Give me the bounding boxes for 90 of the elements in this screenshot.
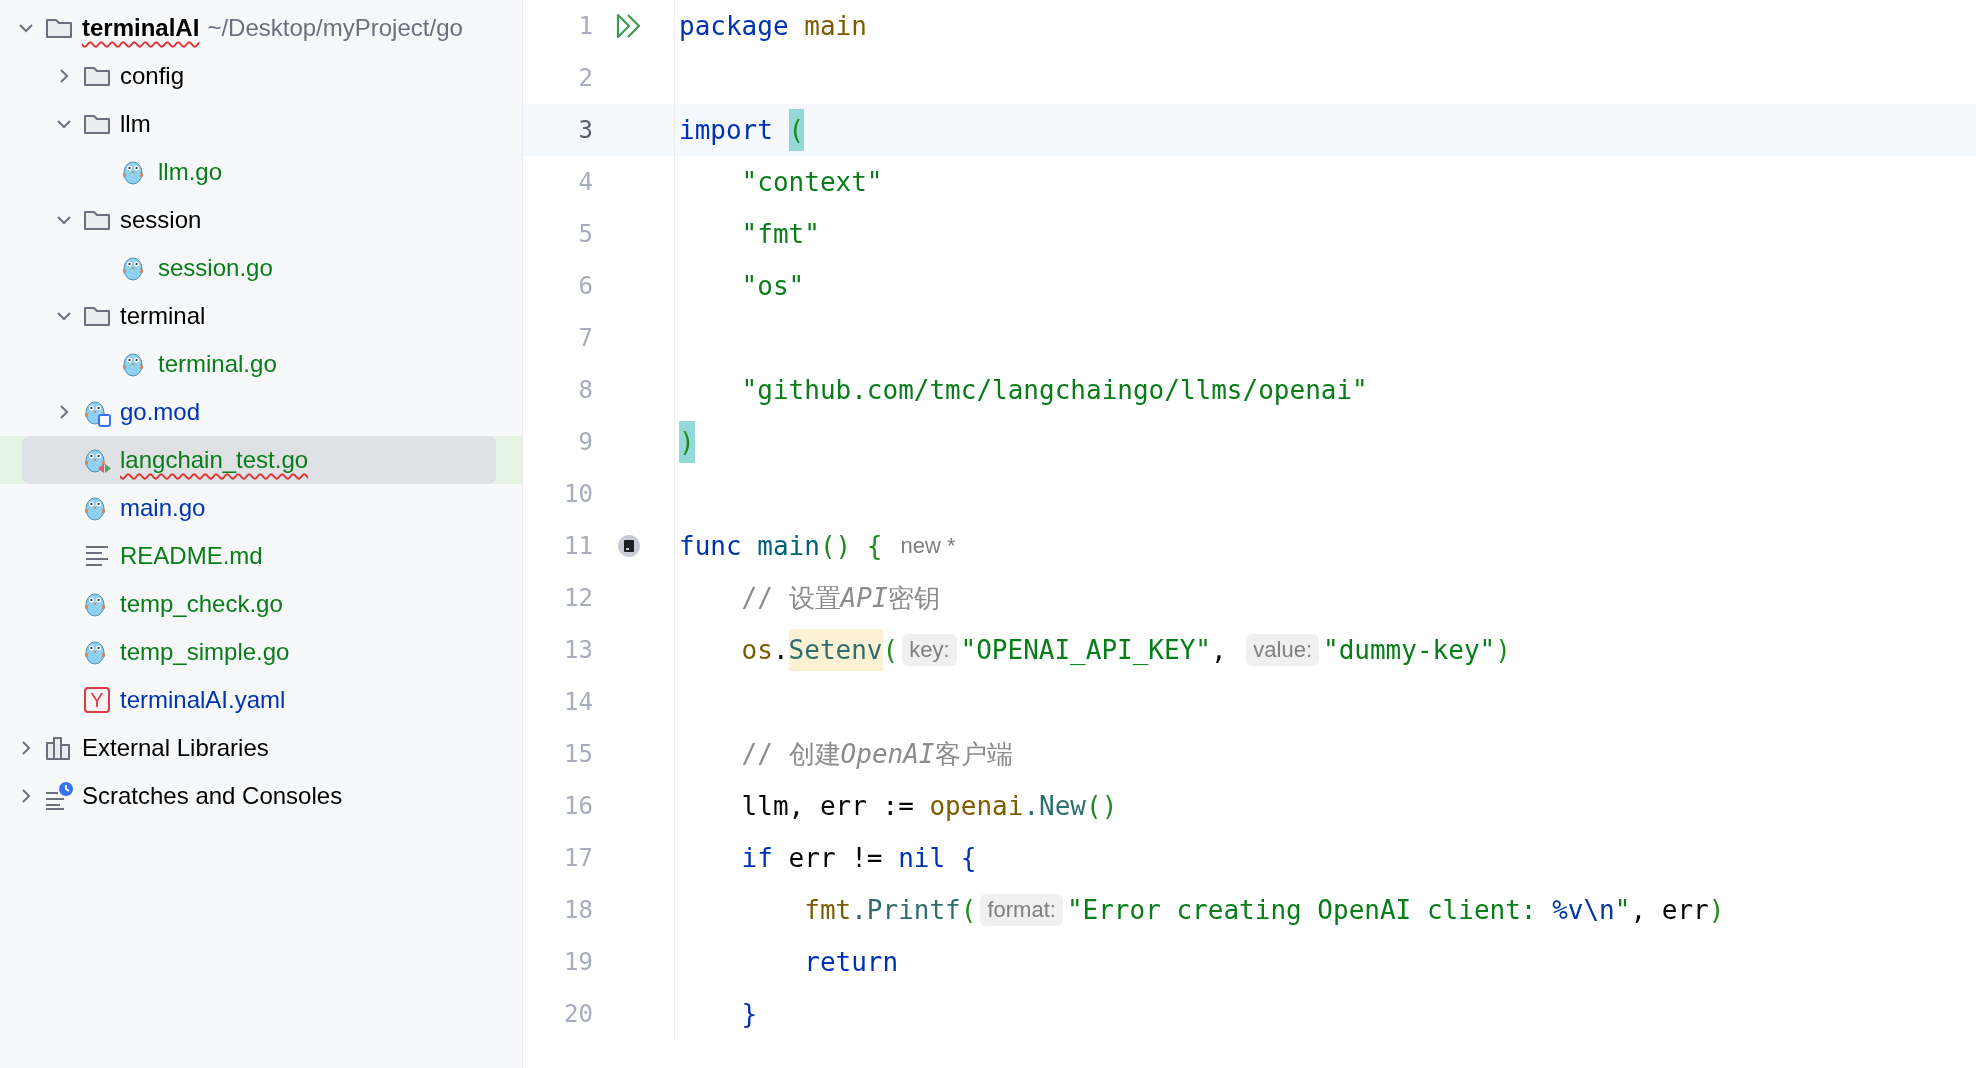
tree-item-label[interactable]: llm <box>120 110 151 138</box>
code-comment: API <box>840 583 888 613</box>
line-number: 6 <box>577 272 593 300</box>
code-token: } <box>740 999 758 1029</box>
parameter-hint: format: <box>980 894 1063 926</box>
code-token: " <box>1614 895 1631 925</box>
line-number: 20 <box>563 1000 593 1028</box>
line-number: 7 <box>577 324 593 352</box>
tree-item-label[interactable]: temp_simple.go <box>120 638 290 666</box>
code-token: "github.com/tmc/langchaingo/llms/openai" <box>740 375 1368 405</box>
code-token: , <box>1210 635 1228 665</box>
code-token: . <box>772 635 789 665</box>
code-token: openai <box>929 791 1024 821</box>
code-token: ( <box>882 635 899 665</box>
tree-item-label[interactable]: session.go <box>158 254 273 282</box>
code-token: import <box>679 115 774 145</box>
code-token: "dummy-key" <box>1323 635 1496 665</box>
scratches-icon <box>44 781 74 811</box>
code-comment: // 设置 <box>740 581 841 615</box>
gutter-marker-icon[interactable] <box>617 534 641 558</box>
code-token: "fmt" <box>740 219 820 249</box>
line-number: 4 <box>577 168 593 196</box>
tree-item-label[interactable]: README.md <box>120 542 263 570</box>
line-number: 2 <box>577 64 593 92</box>
code-token: ) <box>1708 895 1725 925</box>
code-token: .Printf <box>851 895 961 925</box>
line-number: 19 <box>563 948 593 976</box>
tree-item-label[interactable]: main.go <box>120 494 206 522</box>
code-token: os <box>740 635 773 665</box>
yaml-icon: Y <box>84 687 110 713</box>
code-token: ( <box>960 895 977 925</box>
tree-item-label[interactable]: session <box>120 206 202 234</box>
line-number: 9 <box>577 428 593 456</box>
code-token: { <box>959 843 977 873</box>
tree-item-label[interactable]: terminal <box>120 302 206 330</box>
code-token: return <box>803 947 899 977</box>
tree-item-label[interactable]: terminalAI.yaml <box>120 686 286 714</box>
tree-item-label[interactable]: Scratches and Consoles <box>82 782 343 810</box>
line-number: 8 <box>577 376 593 404</box>
line-number: 13 <box>563 636 593 664</box>
code-token: package <box>679 11 789 41</box>
code-token: %v\n <box>1552 895 1615 925</box>
code-token: fmt <box>803 895 852 925</box>
line-number: 16 <box>563 792 593 820</box>
code-token: "context" <box>740 167 883 197</box>
parameter-hint: key: <box>902 634 957 666</box>
code-token: "Error creating OpenAI client: <box>1066 895 1538 925</box>
tree-item-label[interactable]: External Libraries <box>82 734 269 762</box>
matched-brace: ( <box>788 109 805 151</box>
tree-item-label[interactable]: terminal.go <box>158 350 277 378</box>
line-number: 12 <box>563 584 593 612</box>
code-token: main <box>756 531 820 561</box>
selected-tree-row[interactable]: langchain_test.go <box>0 436 522 484</box>
line-number: 3 <box>577 116 593 144</box>
code-token: , err <box>1630 895 1709 925</box>
line-number: 15 <box>563 740 593 768</box>
tree-item-label[interactable]: config <box>120 62 185 90</box>
line-number: 17 <box>563 844 593 872</box>
highlighted-identifier: Setenv <box>788 629 883 671</box>
line-number: 11 <box>563 532 593 560</box>
code-token: "os" <box>740 271 805 301</box>
code-token: err != <box>787 843 884 873</box>
code-comment: OpenAI <box>840 739 935 769</box>
code-token: nil <box>898 843 946 873</box>
tree-item-label[interactable]: temp_check.go <box>120 590 283 618</box>
code-token: if <box>740 843 773 873</box>
code-token: main <box>803 11 867 41</box>
line-number: 14 <box>563 688 593 716</box>
tree-item-label[interactable]: llm.go <box>158 158 223 186</box>
code-token: llm, err := <box>740 791 915 821</box>
project-path: ~/Desktop/myProject/go <box>207 14 463 42</box>
code-token: () { <box>819 531 883 561</box>
line-number: 10 <box>563 480 593 508</box>
code-token: ) <box>1495 635 1511 665</box>
code-comment: // 创建 <box>740 737 841 771</box>
run-icon[interactable] <box>615 12 643 40</box>
author-inlay: new * <box>900 533 956 559</box>
matched-brace: ) <box>679 421 695 463</box>
line-number: 5 <box>577 220 593 248</box>
code-token: () <box>1086 791 1118 821</box>
code-token: "OPENAI_API_KEY" <box>960 635 1211 665</box>
line-number: 18 <box>563 896 593 924</box>
tree-item-label[interactable]: go.mod <box>120 398 201 426</box>
code-comment: 密钥 <box>887 581 940 615</box>
tree-item-label[interactable]: terminalAI <box>82 14 200 42</box>
code-token: .New <box>1023 791 1086 821</box>
code-token: func <box>679 531 742 561</box>
code-comment: 客户端 <box>934 737 1013 771</box>
parameter-hint: value: <box>1246 634 1319 666</box>
line-number: 1 <box>577 12 593 40</box>
